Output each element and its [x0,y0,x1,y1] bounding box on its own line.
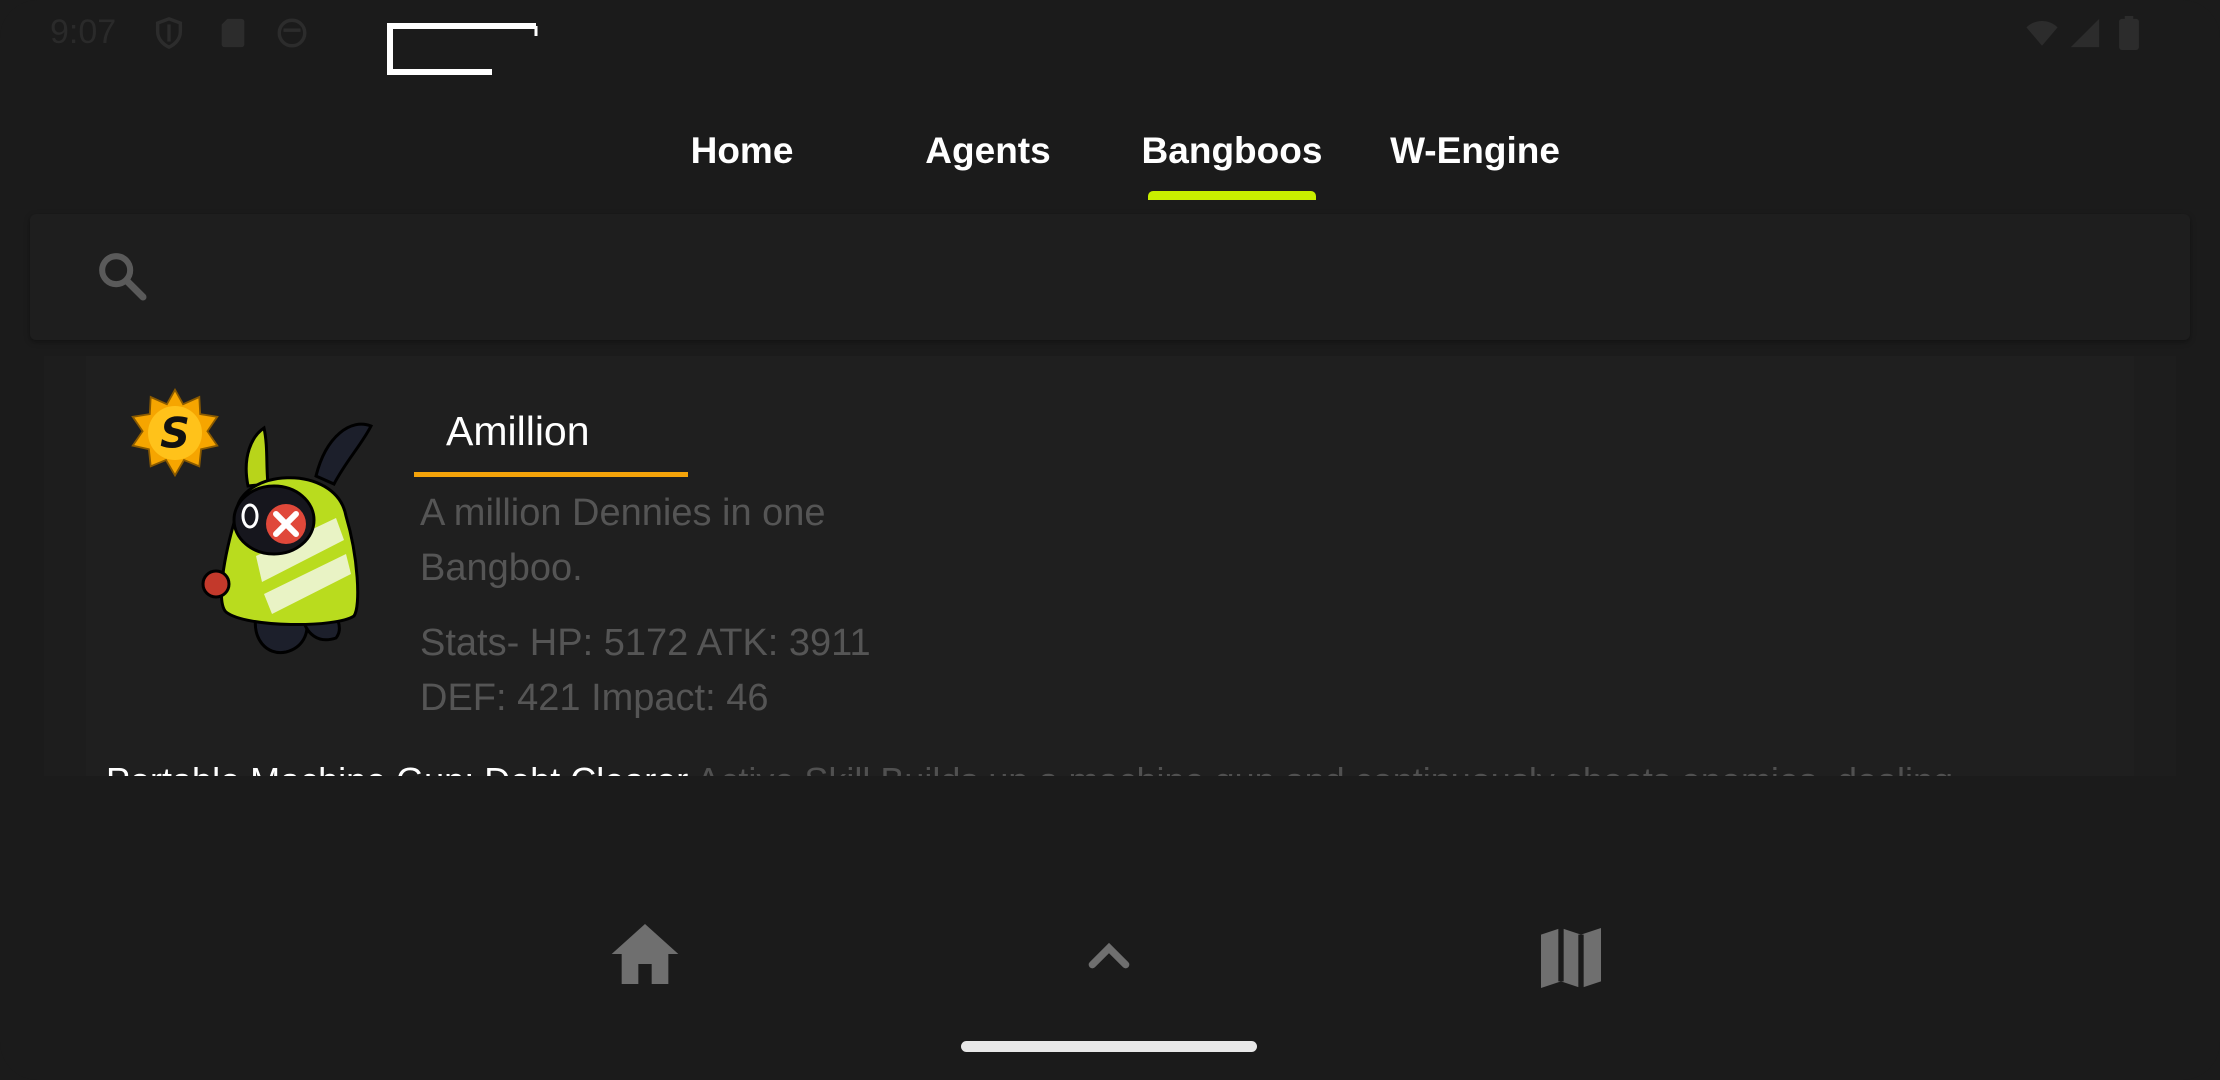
circle-face-icon [277,18,307,48]
home-icon[interactable] [605,914,685,994]
stats-line-2: DEF: 421 Impact: 46 [420,677,769,719]
app-logo [387,23,538,75]
gesture-bar[interactable] [961,1041,1257,1052]
tab-agents[interactable]: Agents [912,120,1064,182]
tab-w-engine[interactable]: W-Engine [1385,120,1565,182]
wifi-icon [2026,20,2058,46]
bangboo-stats: Stats- HP: 5172 ATK: 3911 DEF: 421 Impac… [420,616,980,726]
bangboo-description: A million Dennies in one Bangboo. [420,492,826,589]
selected-tab-indicator [1148,191,1316,200]
bangboo-name: Amillion [446,408,590,454]
app-screen: 9:07 Home Agents Bangboos W-Engine S Ami… [0,0,2220,1080]
shield-icon [155,17,183,50]
name-underline [414,472,688,477]
bangboo-image [201,422,374,655]
status-time: 9:07 [50,13,117,51]
battery-icon [2119,16,2139,50]
sd-card-icon [221,18,245,48]
stats-line-1: Stats- HP: 5172 ATK: 3911 [420,622,871,664]
search-icon[interactable] [94,248,150,304]
tab-bangboos[interactable]: Bangboos [1130,120,1334,182]
chevron-up-icon[interactable] [1069,918,1149,998]
status-bar: 9:07 [0,0,2220,75]
search-bar[interactable] [30,214,2190,340]
tab-home[interactable]: Home [672,120,812,182]
map-icon[interactable] [1531,918,1611,998]
signal-icon [2070,18,2100,48]
skill-description: Active Skill Builds up a machine gun and… [688,760,1953,776]
skill-name: Portable Machine Gun: Debt Clearer [106,760,688,776]
bottom-nav [0,880,2220,1030]
top-tabs: Home Agents Bangboos W-Engine [0,120,2220,202]
bangboo-card[interactable]: S Amillion A million Dennies in one Bang… [86,356,2134,776]
skill-line: Portable Machine Gun: Debt Clearer Activ… [106,760,2134,776]
